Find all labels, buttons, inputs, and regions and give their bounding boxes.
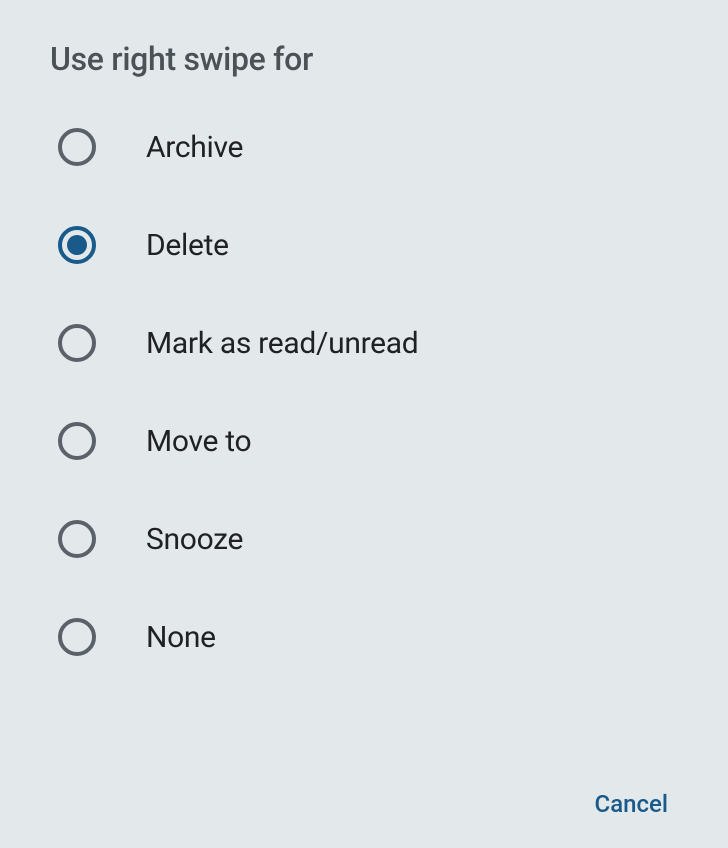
radio-inner-dot xyxy=(67,235,87,255)
option-label: Archive xyxy=(146,130,243,165)
option-mark-read-unread[interactable]: Mark as read/unread xyxy=(58,324,678,362)
option-label: Snooze xyxy=(146,522,243,557)
option-label: Delete xyxy=(146,228,229,263)
option-archive[interactable]: Archive xyxy=(58,128,678,166)
radio-options-list: Archive Delete Mark as read/unread Move … xyxy=(50,128,678,656)
radio-icon xyxy=(58,422,96,460)
cancel-button[interactable]: Cancel xyxy=(595,790,668,818)
radio-icon-selected xyxy=(58,226,96,264)
option-delete[interactable]: Delete xyxy=(58,226,678,264)
option-label: Mark as read/unread xyxy=(146,326,418,361)
option-move-to[interactable]: Move to xyxy=(58,422,678,460)
radio-icon xyxy=(58,128,96,166)
radio-icon xyxy=(58,618,96,656)
option-none[interactable]: None xyxy=(58,618,678,656)
option-snooze[interactable]: Snooze xyxy=(58,520,678,558)
radio-icon xyxy=(58,324,96,362)
option-label: Move to xyxy=(146,424,251,459)
option-label: None xyxy=(146,620,216,655)
radio-icon xyxy=(58,520,96,558)
dialog-title: Use right swipe for xyxy=(50,40,678,78)
